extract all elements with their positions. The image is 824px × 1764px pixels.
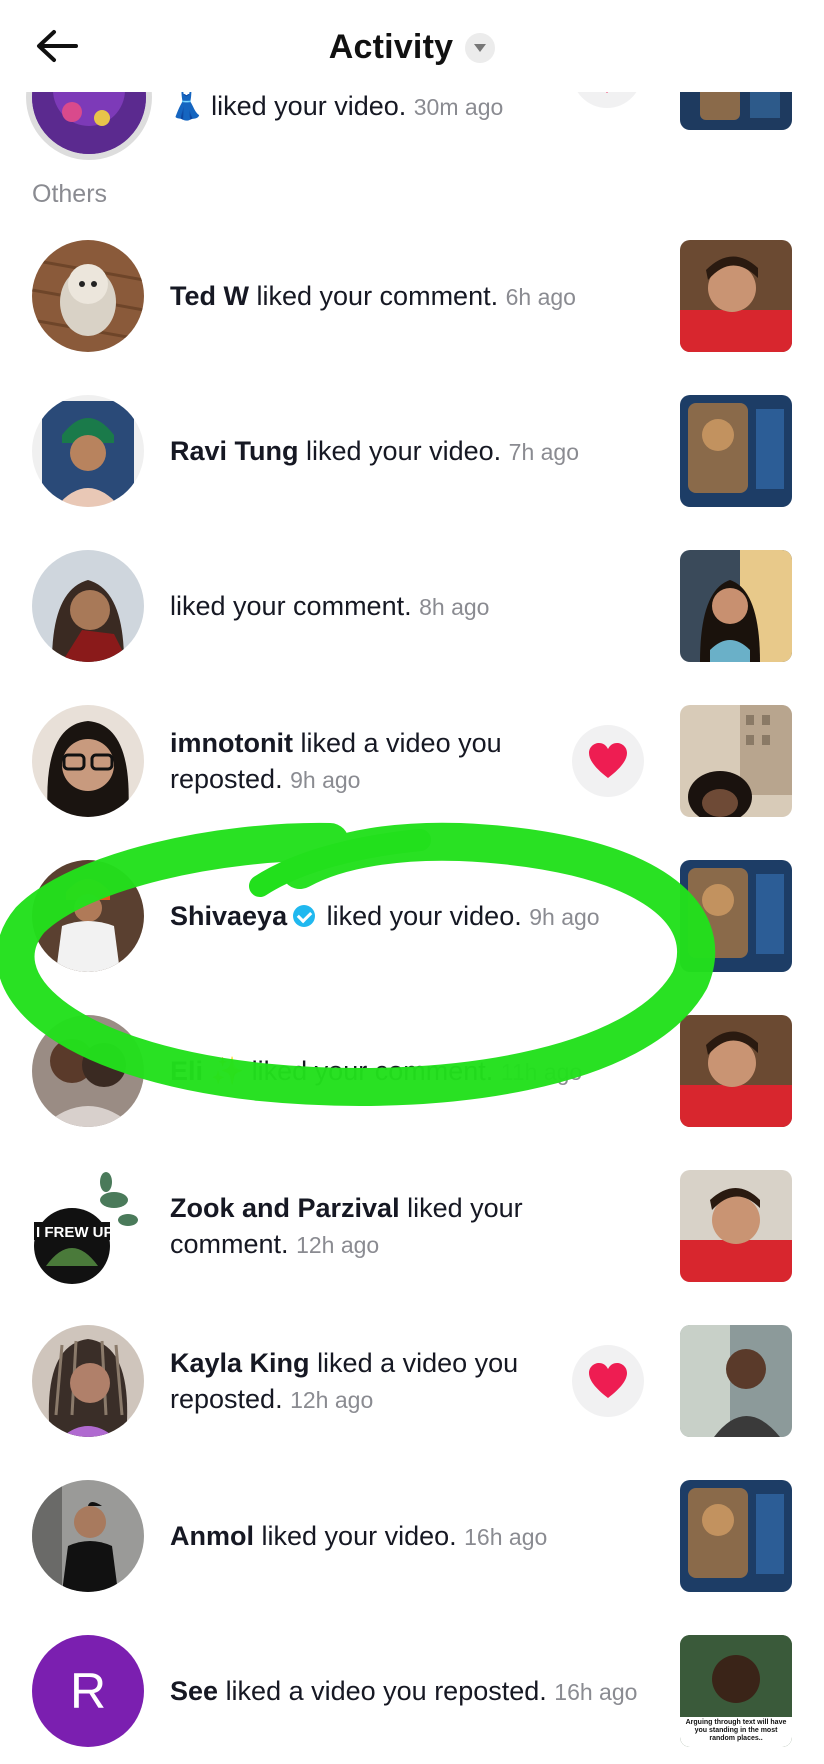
avatar[interactable] [32, 395, 144, 507]
notification-time: 12h ago [290, 1386, 374, 1413]
notification-row-partial[interactable]: 👗 liked your video. 30m ago [0, 34, 824, 160]
avatar[interactable] [32, 240, 144, 352]
notification-action: liked your comment. [256, 280, 499, 311]
dress-emoji: 👗 [170, 91, 204, 121]
notification-time: 6h ago [505, 283, 576, 310]
notification-action: liked your comment. [251, 1055, 494, 1086]
notification-text: Ted W liked your comment. 6h ago [170, 240, 640, 352]
video-thumbnail[interactable] [680, 1325, 792, 1437]
avatar-initial: R [69, 1663, 107, 1719]
notification-action: liked a video you reposted. [225, 1675, 547, 1706]
notification-row[interactable]: Eli ✨ liked your comment. 11h ago [0, 1015, 824, 1127]
user-name[interactable]: Ravi Tung [170, 436, 299, 466]
video-thumbnail[interactable] [680, 550, 792, 662]
like-back-button[interactable] [572, 725, 644, 797]
user-name[interactable]: Ted W [170, 281, 249, 311]
notification-row[interactable]: R See liked a video you reposted. 16h ag… [0, 1635, 824, 1747]
notification-row[interactable]: liked your comment. 8h ago [0, 550, 824, 662]
avatar-caption: I FREW UP [36, 1224, 114, 1241]
video-thumbnail[interactable] [680, 1480, 792, 1592]
notification-time: 16h ago [464, 1523, 548, 1550]
notification-row[interactable]: I FREW UP Zook and Parzival liked your c… [0, 1170, 824, 1284]
title-dropdown[interactable]: Activity [0, 28, 824, 67]
video-thumbnail[interactable] [680, 1170, 792, 1282]
user-name[interactable]: imnotonit [170, 728, 293, 758]
notification-text: Anmol liked your video. 16h ago [170, 1480, 640, 1592]
top-bar: Activity [0, 0, 824, 92]
user-name[interactable]: Kayla King [170, 1348, 310, 1378]
video-thumbnail[interactable] [680, 395, 792, 507]
notification-text: See liked a video you reposted. 16h ago [170, 1635, 640, 1747]
video-thumbnail[interactable]: Arguing through text will have you stand… [680, 1635, 792, 1747]
notification-action: liked your video. [261, 1520, 457, 1551]
avatar[interactable] [32, 1480, 144, 1592]
heart-icon [589, 743, 627, 778]
video-thumbnail[interactable] [680, 1015, 792, 1127]
notification-row[interactable]: Shivaeya liked your video. 9h ago [0, 860, 824, 972]
notification-row[interactable]: Kayla King liked a video you reposted. 1… [0, 1325, 824, 1437]
notification-row[interactable]: Anmol liked your video. 16h ago [0, 1480, 824, 1592]
user-name[interactable]: Eli ✨ [170, 1056, 244, 1086]
avatar[interactable] [32, 1325, 144, 1437]
page-title: Activity [328, 28, 454, 66]
user-name[interactable]: Anmol [170, 1521, 254, 1551]
avatar[interactable] [32, 1015, 144, 1127]
notification-text: Kayla King liked a video you reposted. 1… [170, 1325, 550, 1437]
thumbnail-caption: Arguing through text will have you stand… [685, 1719, 787, 1742]
notification-time: 9h ago [529, 903, 600, 930]
notification-time: 11h ago [500, 1058, 583, 1085]
notification-text: Ravi Tung liked your video. 7h ago [170, 395, 640, 507]
video-thumbnail[interactable] [680, 705, 792, 817]
notification-time: 30m ago [413, 94, 504, 120]
notification-row[interactable]: Ted W liked your comment. 6h ago [0, 240, 824, 352]
video-thumbnail[interactable] [680, 240, 792, 352]
user-name[interactable]: See [170, 1676, 218, 1706]
video-thumbnail[interactable] [680, 860, 792, 972]
notification-text: Zook and Parzival liked your comment. 12… [170, 1170, 640, 1282]
section-label-others: Others [32, 180, 108, 208]
verified-badge-icon [293, 904, 316, 927]
heart-icon [589, 1363, 627, 1398]
notification-action: liked your video. [211, 91, 407, 121]
notification-text: Eli ✨ liked your comment. 11h ago [170, 1015, 640, 1127]
user-name[interactable]: Zook and Parzival [170, 1193, 400, 1223]
notification-time: 12h ago [296, 1231, 380, 1258]
notification-text: 👗 liked your video. 30m ago [170, 90, 503, 122]
notification-time: 9h ago [290, 766, 361, 793]
notification-time: 8h ago [419, 593, 490, 620]
caret-down-icon [465, 32, 496, 63]
notification-action: liked your video. [326, 900, 522, 931]
notification-text: imnotonit liked a video you reposted. 9h… [170, 705, 550, 817]
notification-time: 16h ago [554, 1678, 638, 1705]
notification-row[interactable]: imnotonit liked a video you reposted. 9h… [0, 705, 824, 817]
notification-action: liked your comment. [170, 590, 412, 621]
avatar[interactable] [32, 705, 144, 817]
notification-time: 7h ago [508, 438, 580, 465]
notification-action: liked your video. [306, 435, 502, 466]
notification-text: Shivaeya liked your video. 9h ago [170, 860, 640, 972]
avatar[interactable]: R [32, 1635, 144, 1747]
notification-row[interactable]: Ravi Tung liked your video. 7h ago [0, 395, 824, 507]
avatar[interactable] [32, 860, 144, 972]
user-name[interactable]: Shivaeya [170, 901, 287, 931]
avatar-group[interactable]: I FREW UP [32, 1170, 144, 1284]
notification-text: liked your comment. 8h ago [170, 550, 640, 662]
avatar[interactable] [32, 550, 144, 662]
activity-screen: Activity 👗 liked your video. 30m ago Oth… [0, 0, 824, 1764]
like-back-button[interactable] [572, 1345, 644, 1417]
